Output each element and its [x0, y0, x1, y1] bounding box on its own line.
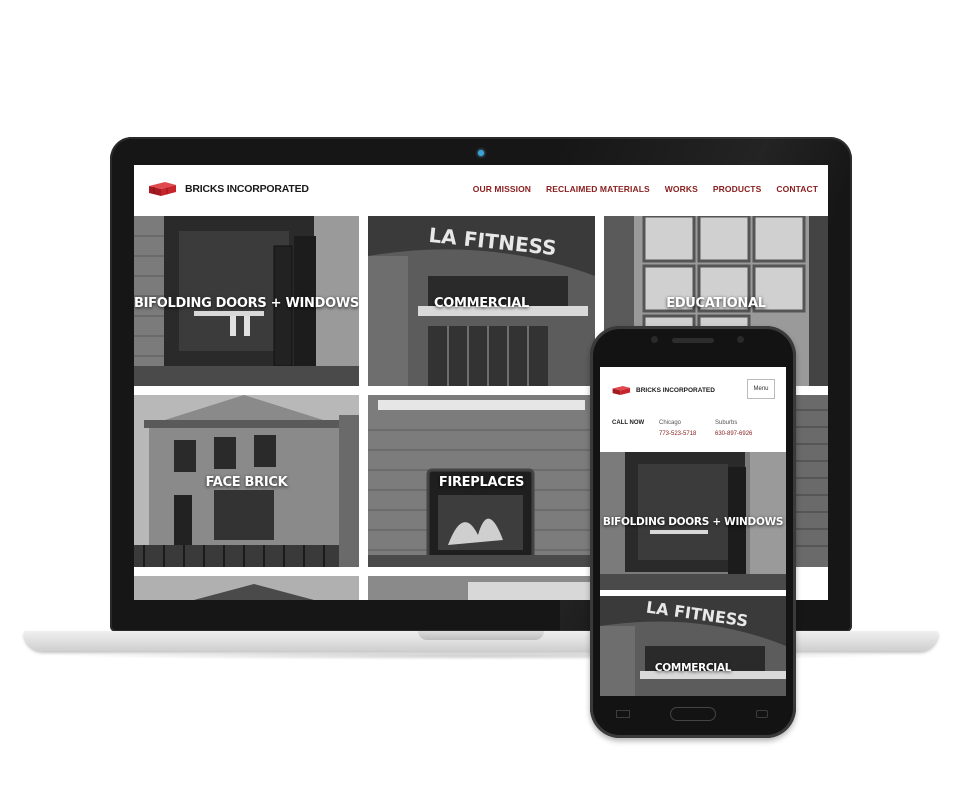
contact-city: Chicago	[659, 420, 682, 426]
mobile-website: BRICKS INCORPORATED Menu CALL NOW Chicag…	[600, 367, 786, 696]
nav-products[interactable]: PRODUCTS	[713, 184, 762, 194]
mobile-tile-commercial[interactable]: LA FITNESS COMMERCIAL	[600, 596, 786, 696]
contact-phone-link[interactable]: 630-897-6926	[715, 429, 752, 440]
phone-sensor-icon	[737, 336, 744, 343]
site-logo[interactable]: BRICKS INCORPORATED	[145, 181, 309, 197]
nav-our-mission[interactable]: OUR MISSION	[473, 184, 531, 194]
laptop-notch	[418, 631, 544, 640]
phone-back-icon[interactable]	[756, 710, 768, 718]
brick-logo-icon	[149, 182, 176, 196]
tile-face-brick[interactable]: FACE BRICK	[134, 395, 359, 567]
tile-bifolding-label: BIFOLDING DOORS + WINDOWS	[134, 296, 359, 311]
nav-reclaimed-materials[interactable]: RECLAIMED MATERIALS	[546, 184, 650, 194]
nav-contact[interactable]: CONTACT	[776, 184, 818, 194]
tile-face-brick-label: FACE BRICK	[205, 475, 288, 490]
phone-recent-apps-icon[interactable]	[616, 710, 630, 718]
row3-left-photo	[134, 576, 359, 600]
contact-city: Suburbs	[715, 420, 738, 426]
mobile-logo-text: BRICKS INCORPORATED	[636, 387, 715, 394]
phone-home-button[interactable]	[670, 707, 716, 721]
tile-fireplaces[interactable]: FIREPLACES	[368, 395, 595, 567]
phone-speaker	[672, 338, 714, 343]
tile-commercial[interactable]: LA FITNESS COMMERCIAL	[368, 216, 595, 386]
contact-suburbs: Suburbs 630-897-6926	[715, 418, 752, 440]
row3-mid-photo	[368, 576, 595, 600]
call-now-label: CALL NOW	[612, 420, 645, 426]
contact-phone-link[interactable]: 773-523-5718	[659, 429, 696, 440]
tile-row3-mid[interactable]	[368, 576, 595, 600]
contact-chicago: Chicago 773-523-5718	[659, 418, 696, 440]
site-logo-text: BRICKS INCORPORATED	[185, 183, 309, 195]
laptop-camera	[478, 150, 484, 156]
mobile-tile-commercial-label: COMMERCIAL	[654, 662, 732, 674]
tile-fireplaces-label: FIREPLACES	[438, 475, 525, 490]
main-nav: OUR MISSION RECLAIMED MATERIALS WORKS PR…	[473, 184, 818, 194]
mobile-menu-button[interactable]: Menu	[747, 379, 775, 399]
phone-camera-icon	[651, 336, 658, 343]
commercial-photo: LA FITNESS	[600, 596, 786, 696]
site-header: BRICKS INCORPORATED OUR MISSION RECLAIME…	[134, 165, 828, 215]
mobile-tile-bifolding-label: BIFOLDING DOORS + WINDOWS	[602, 516, 784, 528]
mobile-logo[interactable]: BRICKS INCORPORATED	[610, 385, 715, 396]
tile-row3-left[interactable]	[134, 576, 359, 600]
brick-logo-icon	[612, 385, 631, 396]
mobile-tile-bifolding[interactable]: BIFOLDING DOORS + WINDOWS	[600, 452, 786, 590]
tile-educational-label: EDUCATIONAL	[666, 296, 766, 311]
tile-bifolding[interactable]: BIFOLDING DOORS + WINDOWS	[134, 216, 359, 386]
tile-commercial-label: COMMERCIAL	[433, 296, 530, 311]
nav-works[interactable]: WORKS	[665, 184, 698, 194]
